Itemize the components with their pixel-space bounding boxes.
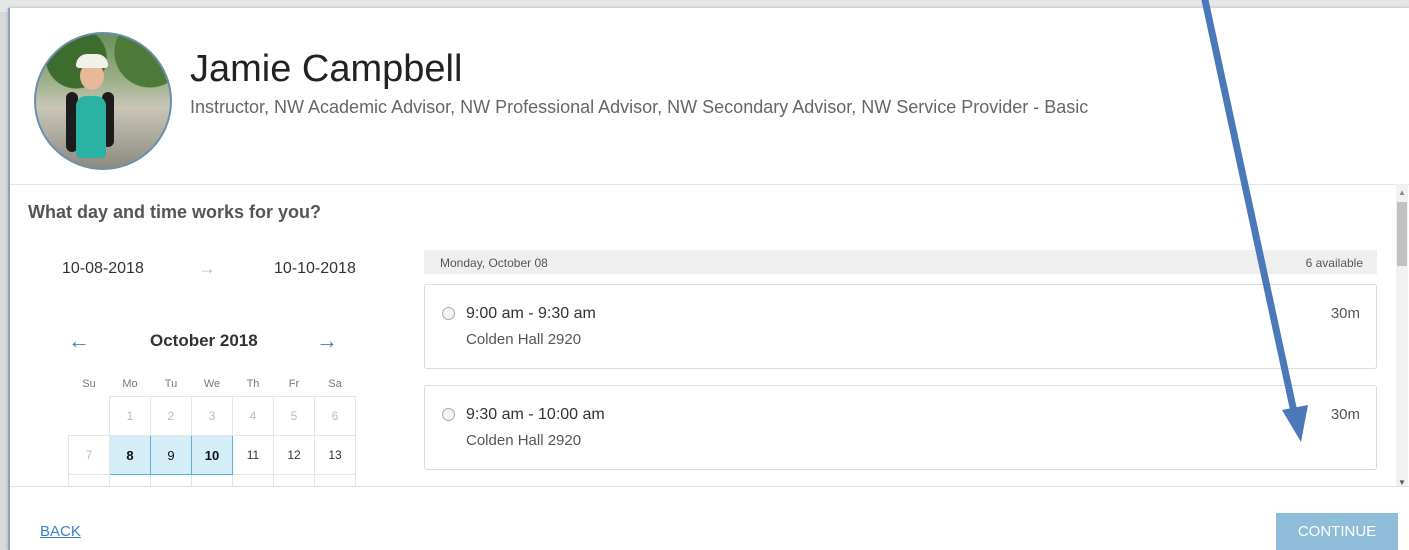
weekday-label: We [203, 378, 221, 390]
calendar-day: 7 [68, 435, 110, 475]
range-start-date[interactable]: 10-08-2018 [62, 260, 144, 278]
calendar-day-available[interactable]: 10 [191, 435, 233, 475]
calendar-day: 4 [232, 396, 274, 436]
slot-location: Colden Hall 2920 [466, 432, 582, 449]
calendar-day-available[interactable]: 9 [150, 435, 192, 475]
dialog-footer: BACK CONTINUE [10, 486, 1409, 550]
calendar-week-row: 7 8 9 10 11 12 13 [68, 435, 356, 475]
weekday-label: Fr [288, 378, 300, 390]
profile-header: Jamie Campbell Instructor, NW Academic A… [10, 8, 1409, 185]
weekday-header-row: Su Mo Tu We Th Fr Sa [69, 372, 356, 397]
scroll-up-icon[interactable]: ▲ [1398, 188, 1406, 197]
calendar-day: 13 [314, 435, 356, 475]
range-end-date[interactable]: 10-10-2018 [274, 260, 356, 278]
calendar-nav: ← October 2018 → [68, 328, 346, 358]
time-slot[interactable]: 9:30 am - 10:00 am Colden Hall 2920 30m [424, 385, 1377, 470]
weekday-label: Mo [122, 378, 138, 390]
weekday-label: Su [82, 378, 96, 391]
calendar-week-row: 1 2 3 4 5 6 [69, 396, 356, 436]
section-title: What day and time works for you? [28, 202, 322, 222]
calendar-day: 12 [273, 435, 315, 475]
continue-button[interactable]: CONTINUE [1276, 513, 1398, 550]
back-button[interactable]: BACK [40, 523, 81, 540]
radio-icon[interactable] [442, 408, 455, 421]
time-slot[interactable]: 9:00 am - 9:30 am Colden Hall 2920 30m [424, 284, 1377, 369]
calendar-empty-cell [69, 397, 110, 436]
date-range: 10-08-2018 → 10-10-2018 [28, 258, 368, 284]
weekday-label: Th [246, 378, 260, 390]
weekday-label: Sa [328, 378, 342, 390]
radio-icon[interactable] [442, 307, 455, 320]
scrollbar[interactable]: ▲ ▼ [1396, 184, 1408, 490]
day-header: Monday, October 08 6 available [424, 250, 1377, 274]
avatar [34, 32, 172, 170]
appointment-dialog: Jamie Campbell Instructor, NW Academic A… [8, 8, 1409, 550]
scrollbar-thumb[interactable] [1397, 202, 1407, 266]
arrow-right-icon[interactable]: → [316, 328, 338, 354]
arrow-left-icon[interactable]: ← [68, 328, 90, 354]
slot-duration: 30m [1330, 305, 1360, 322]
weekday-label: Tu [164, 378, 178, 390]
calendar-day: 5 [273, 396, 315, 436]
calendar-day: 2 [150, 396, 192, 436]
availability-count: 6 available [1305, 256, 1363, 270]
range-arrow-icon: → [198, 258, 216, 278]
slot-time: 9:30 am - 10:00 am [466, 406, 605, 423]
profile-roles: Instructor, NW Academic Advisor, NW Prof… [190, 97, 1089, 117]
profile-name: Jamie Campbell [190, 48, 463, 90]
calendar-day: 11 [232, 435, 274, 475]
day-header-date: Monday, October 08 [440, 256, 548, 270]
calendar-day: 6 [314, 396, 356, 436]
calendar-day: 3 [191, 396, 233, 436]
slot-time: 9:00 am - 9:30 am [466, 305, 596, 322]
calendar-day: 1 [109, 396, 151, 436]
calendar-month-label: October 2018 [150, 331, 258, 350]
calendar-day-available[interactable]: 8 [109, 435, 151, 475]
slot-duration: 30m [1330, 406, 1360, 423]
slot-location: Colden Hall 2920 [466, 331, 582, 348]
